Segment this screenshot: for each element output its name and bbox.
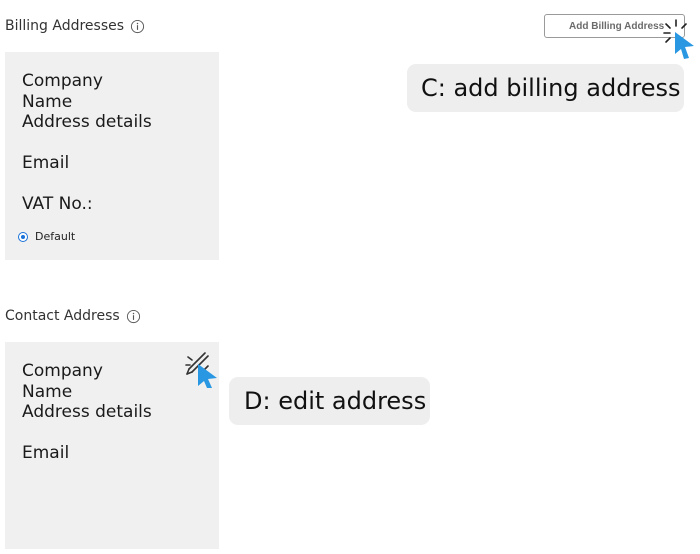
info-icon[interactable] [126, 309, 141, 324]
billing-section-title: Billing Addresses [5, 18, 145, 34]
default-label: Default [35, 230, 76, 243]
contact-address-details: Address details [22, 402, 152, 422]
contact-title-label: Contact Address [5, 308, 120, 324]
contact-section-title: Contact Address [5, 308, 141, 324]
info-icon[interactable] [130, 19, 145, 34]
add-billing-address-label: Add Billing Address [569, 20, 665, 32]
billing-address-card[interactable]: Company Name Address details Email VAT N… [5, 52, 219, 260]
billing-name: Name [22, 91, 73, 112]
billing-vat: VAT No.: [22, 194, 93, 214]
billing-title-label: Billing Addresses [5, 18, 125, 34]
radio-dot [21, 234, 25, 239]
callout-edit-address: D: edit address [229, 377, 430, 425]
contact-email: Email [22, 443, 70, 463]
pointer-cursor-icon [675, 32, 694, 59]
billing-email: Email [22, 153, 70, 173]
page: Billing Addresses Add Billing Address Co… [0, 0, 700, 554]
billing-company: Company [22, 71, 103, 91]
billing-address-details: Address details [22, 112, 152, 132]
click-burst-icon [663, 19, 694, 59]
callout-add-billing: C: add billing address [407, 64, 684, 112]
default-radio-row[interactable]: Default [18, 230, 75, 243]
callout-c-label: C: add billing address [421, 74, 681, 102]
default-radio[interactable] [18, 231, 28, 242]
callout-d-label: D: edit address [244, 387, 427, 415]
pencil-icon[interactable] [184, 348, 220, 388]
